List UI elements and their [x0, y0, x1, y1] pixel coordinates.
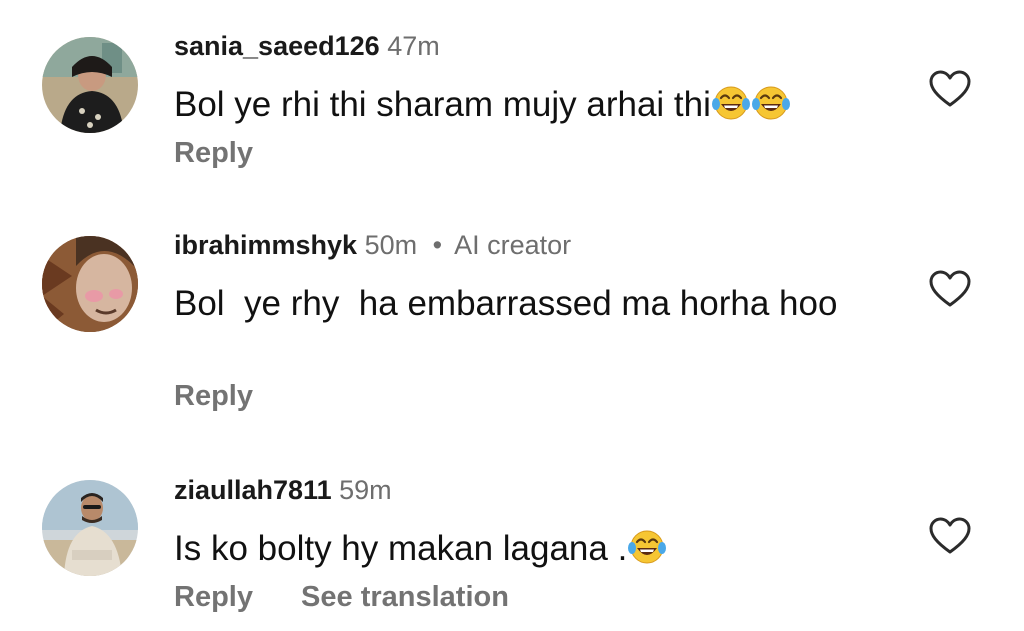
reply-button[interactable]: Reply [174, 380, 253, 412]
timestamp: 50m [364, 230, 418, 260]
avatar[interactable] [42, 480, 138, 576]
separator-dot: • [432, 230, 443, 260]
comment-item: ibrahimmshyk 50m • AI creator Bol ye rhy… [0, 200, 1024, 440]
heart-outline-icon[interactable] [928, 269, 972, 309]
comment-actions: Reply See translation [174, 580, 509, 614]
face-with-tears-of-joy-icon [711, 82, 751, 122]
heart-outline-icon[interactable] [928, 516, 972, 556]
comment-text: Bol ye rhi thi sharam mujy arhai thi [174, 85, 711, 124]
comment-text: Is ko bolty hy makan lagana . [174, 529, 628, 568]
username[interactable]: sania_saeed126 [174, 31, 380, 61]
comment-header: ibrahimmshyk 50m • AI creator [174, 229, 571, 261]
comment-actions: Reply [174, 136, 253, 170]
face-with-tears-of-joy-icon [627, 526, 667, 566]
comment-text: Bol ye rhy ha embarrassed ma horha hoo [174, 284, 838, 323]
timestamp: 59m [339, 475, 392, 505]
username[interactable]: ibrahimmshyk [174, 230, 357, 260]
comment-header: sania_saeed126 47m [174, 30, 440, 62]
avatar[interactable] [42, 236, 138, 332]
comment-item: sania_saeed126 47m Bol ye rhi thi sharam… [0, 0, 1024, 200]
comment-text-row: Bol ye rhi thi sharam mujy arhai thi [174, 82, 874, 126]
comment-text-row: Is ko bolty hy makan lagana . [174, 526, 874, 570]
timestamp: 47m [387, 31, 440, 61]
comment-item: ziaullah7811 59m Is ko bolty hy makan la… [0, 440, 1024, 631]
reply-button[interactable]: Reply [174, 137, 253, 169]
face-with-tears-of-joy-icon [751, 82, 791, 122]
creator-label: AI creator [454, 230, 572, 260]
avatar[interactable] [42, 37, 138, 133]
comment-header: ziaullah7811 59m [174, 474, 392, 506]
comment-actions: Reply [174, 379, 253, 413]
reply-button[interactable]: Reply [174, 581, 253, 613]
see-translation-button[interactable]: See translation [301, 581, 509, 613]
username[interactable]: ziaullah7811 [174, 475, 332, 505]
heart-outline-icon[interactable] [928, 69, 972, 109]
